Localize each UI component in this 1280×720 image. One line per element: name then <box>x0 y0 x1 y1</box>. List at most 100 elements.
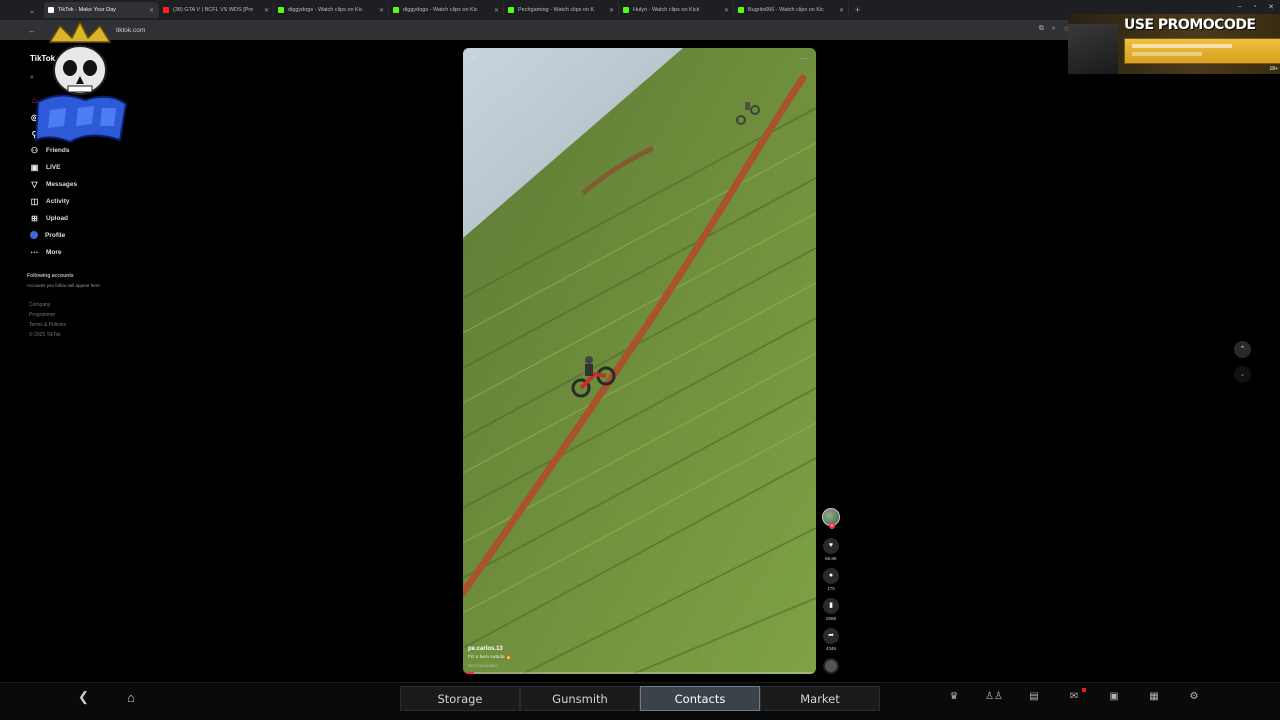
notes-icon[interactable]: ▦ <box>1134 691 1174 702</box>
tab-gunsmith[interactable]: Gunsmith <box>520 686 640 711</box>
mail-notification-dot <box>1082 688 1086 692</box>
tab-title: diggydogs - Watch clips on Kic <box>403 7 478 13</box>
promo-title: USE PROMOCODE <box>1124 17 1256 33</box>
video-progress-fill <box>463 672 474 674</box>
tab-market[interactable]: Market <box>760 686 880 711</box>
video-frame <box>463 48 816 674</box>
install-app-icon[interactable]: ⧉ <box>1039 25 1044 33</box>
tab-storage[interactable]: Storage <box>400 686 520 711</box>
group-icon[interactable]: ♛ <box>934 691 974 702</box>
game-hud-icons: ♛ ♙♙ ▤ ✉ ▣ ▦ ⚙ <box>934 688 1214 702</box>
zoom-icon[interactable]: ⌕ <box>1052 25 1056 33</box>
browser-tab[interactable]: Bugrits666 - Watch clips on Kic ✕ <box>734 2 849 18</box>
tab-title: Pechgaming - Watch clips on K <box>518 7 595 13</box>
sidebar-item-more[interactable]: ··· More <box>30 248 62 257</box>
footer-company[interactable]: Company <box>29 302 50 308</box>
more-options-icon[interactable]: ··· <box>800 54 808 63</box>
tab-close-icon[interactable]: ✕ <box>839 7 844 14</box>
profile-icon <box>30 231 38 239</box>
settings-gear-icon[interactable]: ⚙ <box>1174 691 1214 702</box>
sidebar-item-label: Profile <box>45 231 66 239</box>
new-tab-icon[interactable]: + <box>855 5 860 15</box>
tab-close-icon[interactable]: ✕ <box>264 7 269 14</box>
live-icon: ▣ <box>30 163 39 172</box>
sidebar-item-upload[interactable]: ⊞ Upload <box>30 214 68 223</box>
sidebar-item-label: Friends <box>46 147 70 154</box>
promo-code-text-line <box>1132 44 1232 48</box>
sidebar-item-label: Messages <box>46 181 78 188</box>
browser-tab[interactable]: (38) GTA V | BCFL VS WDS [Pre ✕ <box>159 2 274 18</box>
friends-icon: ⚇ <box>30 146 39 155</box>
back-arrow-icon[interactable]: ❮ <box>78 689 89 705</box>
tab-title: TikTok - Make Your Day <box>58 7 116 13</box>
tab-list: TikTok - Make Your Day ✕ (38) GTA V | BCFL… <box>44 2 849 18</box>
tab-close-icon[interactable]: ✕ <box>724 7 729 14</box>
previous-video-button[interactable]: ⌃ <box>1234 341 1251 358</box>
action-rail: + ♥ 66.8K ● 175 ▮ 2559 ➦ 4346 <box>820 508 842 674</box>
tab-contacts[interactable]: Contacts <box>640 686 760 711</box>
upload-icon: ⊞ <box>31 214 38 223</box>
tab-favicon-icon <box>278 7 284 13</box>
shop-icon[interactable]: ▣ <box>1094 691 1134 702</box>
video-progress-bar[interactable] <box>463 672 816 674</box>
heart-icon[interactable]: ♥ <box>823 538 839 554</box>
browser-tab[interactable]: Pechgaming - Watch clips on K ✕ <box>504 2 619 18</box>
tab-favicon-icon <box>738 7 744 13</box>
tab-favicon-icon <box>48 7 54 13</box>
tab-title: Hulyo - Watch clips on Kick <box>633 7 700 13</box>
following-accounts-subtitle: Accounts you follow will appear here <box>27 283 100 288</box>
tab-favicon-icon <box>393 7 399 13</box>
address-bar-icons: ⧉ ⌕ ☆ <box>1039 25 1070 33</box>
close-window-icon[interactable]: ✕ <box>1268 3 1274 11</box>
footer-terms[interactable]: Terms & Policies <box>29 322 66 328</box>
game-menu-tabs: Storage Gunsmith Contacts Market <box>400 686 880 711</box>
promo-code-text-line-2 <box>1132 52 1202 56</box>
tab-close-icon[interactable]: ✕ <box>149 7 154 14</box>
video-username[interactable]: pe.carlos.13 <box>468 646 512 652</box>
tab-close-icon[interactable]: ✕ <box>379 7 384 14</box>
sidebar-item-live[interactable]: ▣ LIVE <box>30 163 61 172</box>
sidebar-item-profile[interactable]: Profile <box>30 231 65 239</box>
tab-title: (38) GTA V | BCFL VS WDS [Pre <box>173 7 254 13</box>
promo-banner: USE PROMOCODE 18+ <box>1068 14 1280 74</box>
tab-title: diggydogs - Watch clips on Kic <box>288 7 363 13</box>
screen: ⌄ TikTok - Make Your Day ✕ (38) GTA V | BC… <box>0 0 1280 720</box>
minimize-icon[interactable]: – <box>1238 3 1242 11</box>
following-accounts-title: Following accounts <box>27 273 74 279</box>
creator-avatar[interactable]: + <box>822 508 840 529</box>
promo-code-box <box>1124 38 1280 64</box>
sidebar-item-messages[interactable]: ▽ Messages <box>30 180 77 189</box>
chat-icon[interactable]: ▤ <box>1014 691 1054 702</box>
tab-search-icon[interactable]: ⌄ <box>22 2 42 18</box>
video-player[interactable]: ◂ ··· pe.carlos.13 Fiz a bem subida 🔥 Se… <box>463 48 816 674</box>
sidebar-item-label: LIVE <box>46 164 61 171</box>
tab-close-icon[interactable]: ✕ <box>494 7 499 14</box>
see-translation-link[interactable]: See translation <box>468 663 512 668</box>
maximize-icon[interactable]: ▫ <box>1254 3 1256 11</box>
sidebar-item-friends[interactable]: ⚇ Friends <box>30 146 70 155</box>
volume-icon[interactable]: ◂ <box>471 54 475 62</box>
promo-character-image <box>1068 24 1118 74</box>
comment-icon[interactable]: ● <box>823 568 839 584</box>
tab-title: Bugrits666 - Watch clips on Kic <box>748 7 824 13</box>
home-icon[interactable]: ⌂ <box>127 690 135 705</box>
video-caption: pe.carlos.13 Fiz a bem subida 🔥 See tran… <box>468 646 512 668</box>
mail-icon[interactable]: ✉ <box>1054 688 1094 702</box>
music-disc-icon[interactable] <box>823 658 839 674</box>
footer-programme[interactable]: Programme <box>29 312 55 318</box>
share-count: 4346 <box>825 646 836 651</box>
next-video-button[interactable]: ⌄ <box>1234 366 1251 383</box>
follow-plus-icon[interactable]: + <box>829 523 835 529</box>
sidebar-item-activity[interactable]: ◫ Activity <box>30 197 70 206</box>
video-description: Fiz a bem subida 🔥 <box>468 655 512 660</box>
browser-tab[interactable]: diggydogs - Watch clips on Kic ✕ <box>274 2 389 18</box>
browser-tab[interactable]: diggydogs - Watch clips on Kic ✕ <box>389 2 504 18</box>
browser-tab[interactable]: TikTok - Make Your Day ✕ <box>44 2 159 18</box>
browser-tab[interactable]: Hulyo - Watch clips on Kick ✕ <box>619 2 734 18</box>
friends-list-icon[interactable]: ♙♙ <box>974 691 1014 702</box>
window-controls: – ▫ ✕ <box>1238 3 1274 11</box>
bookmark-icon[interactable]: ▮ <box>823 598 839 614</box>
share-icon[interactable]: ➦ <box>823 628 839 644</box>
tab-close-icon[interactable]: ✕ <box>609 7 614 14</box>
tab-favicon-icon <box>623 7 629 13</box>
